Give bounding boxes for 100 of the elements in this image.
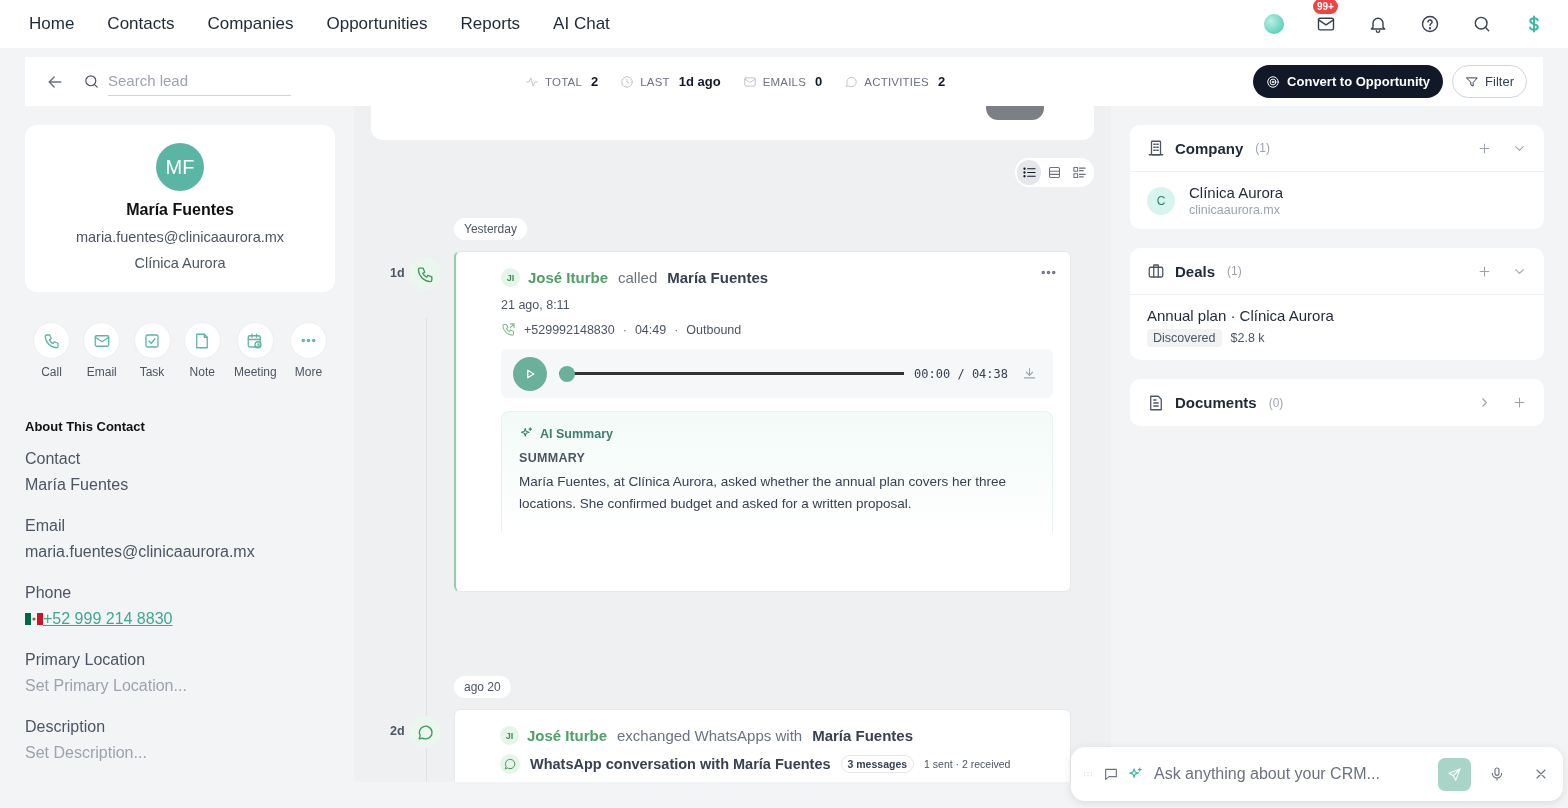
target-icon — [1266, 74, 1281, 89]
user-avatar: JI — [501, 268, 520, 287]
send-icon — [1447, 766, 1462, 782]
search-field[interactable]: Search lead — [108, 67, 291, 96]
chat-input[interactable]: Ask anything about your CRM... — [1152, 764, 1430, 784]
field-label: Contact — [25, 450, 82, 468]
contact-name[interactable]: María Fuentes — [812, 727, 913, 744]
summary-title: AI Summary — [540, 426, 613, 441]
nav-link[interactable]: AI Chat — [553, 14, 610, 34]
company-name[interactable]: Clínica Aurora — [1189, 184, 1284, 201]
panel-count: (0) — [1268, 395, 1284, 410]
panel-title[interactable]: Documents — [1175, 394, 1257, 411]
clock-icon — [620, 74, 635, 89]
outgoing-call-icon — [501, 322, 516, 337]
checkbox-icon — [143, 331, 161, 350]
section-title: About This Contact — [25, 419, 146, 434]
search-icon[interactable] — [1472, 14, 1492, 34]
field-label: Description — [25, 718, 107, 736]
phone-icon — [415, 264, 435, 284]
phone-number: +529992148830 — [524, 322, 615, 337]
action-button[interactable] — [183, 322, 221, 359]
action-label: More — [294, 365, 323, 379]
contact-email: maria.fuentes@clinicaaurora.mx — [75, 229, 285, 245]
chat-icon[interactable] — [1103, 766, 1119, 782]
activity-time: 21 ago, 8:11 — [501, 298, 571, 312]
action-label: Task — [139, 365, 165, 379]
deal-stage: Discovered — [1147, 329, 1222, 347]
search-icon — [83, 73, 100, 90]
action-label: Meeting — [234, 365, 277, 379]
field-label: Phone — [25, 584, 73, 602]
inbox-icon[interactable] — [1316, 14, 1336, 34]
field-value: María Fuentes — [25, 476, 130, 494]
summary-text: María Fuentes, at Clínica Aurora, asked whether the annual plan covers her three locations. She confirmed budget and asked for a written proposal. — [519, 473, 1008, 513]
message-stats: 1 sent · 2 received — [924, 758, 1011, 770]
playback-time: 00:00 / 04:38 — [914, 366, 1008, 381]
view-mode-button[interactable] — [1017, 160, 1042, 185]
play-button[interactable] — [513, 356, 547, 391]
deal-name[interactable]: Annual plan · Clínica Aurora — [1147, 307, 1527, 324]
microphone-icon[interactable] — [1489, 766, 1505, 782]
filter-icon — [1465, 74, 1480, 89]
mail-icon — [742, 74, 757, 89]
action-label: Note — [189, 365, 215, 379]
stat-label: ACTIVITIES — [864, 75, 929, 88]
action-button[interactable] — [33, 322, 70, 359]
field-value: maria.fuentes@clinicaaurora.mx — [25, 543, 256, 561]
field-label: Primary Location — [25, 651, 147, 669]
stat-label: LAST — [640, 75, 670, 88]
nav-link[interactable]: Reports — [460, 14, 521, 34]
more-icon — [301, 339, 315, 342]
list-icon — [1021, 165, 1037, 180]
filter-button[interactable]: Filter — [1452, 65, 1527, 98]
activity-icon — [525, 74, 539, 89]
action-button[interactable] — [289, 322, 327, 359]
conversation-title[interactable]: WhatsApp conversation with María Fuentes — [530, 756, 831, 772]
activity-card[interactable]: JI José Iturbe exchanged WhatsApps with María Fuentes WhatsApp conversation with María Fuentes 3 messages 1 sent · 2 received — [454, 709, 1071, 782]
send-button[interactable] — [1438, 757, 1471, 791]
progress-thumb[interactable] — [559, 365, 575, 382]
stat-value: 1d ago — [678, 74, 721, 89]
nav-link[interactable]: Opportunities — [326, 14, 428, 34]
time-ago: 2d — [390, 724, 403, 738]
action-label: Call — [41, 365, 62, 379]
stat-label: TOTAL — [545, 75, 582, 88]
convert-button[interactable]: Convert to Opportunity — [1253, 65, 1444, 98]
status-orb-icon[interactable] — [1264, 14, 1284, 34]
field-label: Email — [25, 517, 66, 535]
stat-value: 0 — [815, 74, 823, 89]
contact-company: Clínica Aurora — [134, 255, 226, 271]
summary-heading: SUMMARY — [519, 451, 587, 465]
document-icon — [1147, 393, 1165, 412]
add-icon[interactable] — [1477, 263, 1492, 279]
action-button[interactable] — [83, 322, 121, 359]
user-avatar: JI — [500, 726, 519, 745]
call-duration: 04:49 — [634, 322, 667, 337]
date-label: ago 20 — [454, 676, 511, 698]
activity-card[interactable] — [454, 251, 1071, 592]
contact-name: María Fuentes — [126, 201, 234, 219]
contact-avatar: MF — [156, 143, 204, 191]
nav-link[interactable]: Home — [29, 14, 75, 34]
add-icon[interactable] — [1512, 395, 1527, 410]
more-icon[interactable] — [1042, 271, 1055, 274]
separator: · — [674, 322, 679, 337]
stat-value: 2 — [591, 74, 599, 89]
action-button[interactable] — [236, 322, 274, 359]
download-icon[interactable] — [1022, 366, 1037, 381]
add-icon[interactable] — [1477, 140, 1492, 156]
nav-link[interactable]: Companies — [207, 14, 294, 34]
company-avatar: C — [1147, 186, 1175, 215]
help-icon[interactable] — [1420, 14, 1440, 34]
panel-title[interactable]: Deals — [1175, 262, 1216, 280]
grid-list-icon — [1072, 165, 1088, 180]
call-direction: Outbound — [686, 322, 742, 337]
contact-name[interactable]: María Fuentes — [667, 269, 769, 286]
separator: · — [622, 322, 627, 337]
panel-count: (1) — [1255, 141, 1270, 155]
action-button[interactable] — [133, 322, 171, 359]
panel-title[interactable]: Company — [1175, 139, 1244, 157]
stat-label: EMAILS — [762, 75, 807, 88]
chat-bubble-icon — [844, 74, 859, 89]
company-domain: clinicaaurora.mx — [1189, 203, 1281, 217]
nav-link[interactable]: Contacts — [107, 14, 175, 34]
